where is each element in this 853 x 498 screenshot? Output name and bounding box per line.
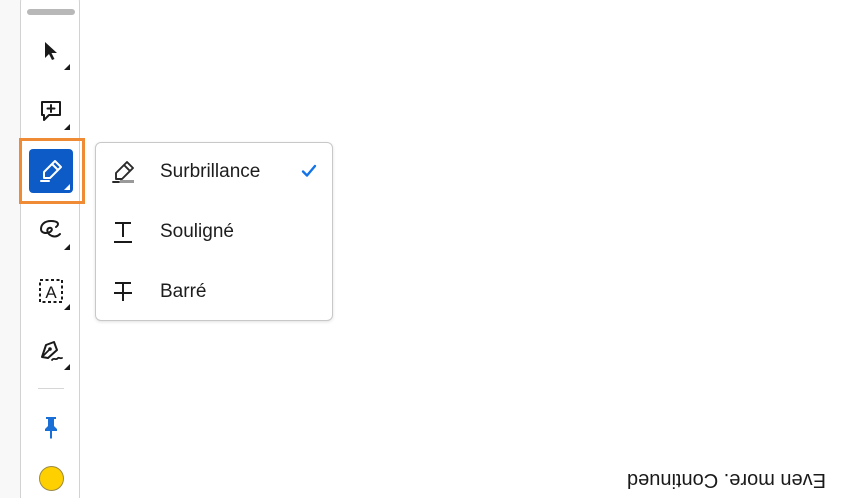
document-text-line: Even more. Continued bbox=[627, 469, 827, 491]
freehand-loop-icon bbox=[39, 219, 61, 238]
tool-options-corner bbox=[64, 124, 70, 130]
menu-item-underline[interactable]: Souligné bbox=[96, 203, 332, 261]
markup-type-menu: Surbrillance Souligné Barré bbox=[95, 142, 333, 321]
tool-options-corner bbox=[64, 304, 70, 310]
text-box-glyph: A bbox=[45, 283, 57, 302]
text-box-icon: A bbox=[39, 279, 63, 303]
pin-toolbar-button[interactable] bbox=[29, 405, 73, 449]
text-box-tool-button[interactable]: A bbox=[29, 269, 73, 313]
underline-icon bbox=[109, 218, 137, 246]
pointer-arrow-icon bbox=[45, 42, 57, 60]
tool-options-corner bbox=[64, 244, 70, 250]
select-tool-button[interactable] bbox=[29, 29, 73, 73]
menu-item-label: Surbrillance bbox=[160, 161, 261, 182]
app-window: A Surbrillance Souligné Barré Even more.… bbox=[0, 0, 853, 498]
tool-options-corner bbox=[64, 364, 70, 370]
menu-item-label: Souligné bbox=[160, 221, 234, 242]
toolbar-drag-handle[interactable] bbox=[27, 9, 75, 15]
menu-item-strikethrough[interactable]: Barré bbox=[96, 263, 332, 321]
tool-options-corner bbox=[64, 64, 70, 70]
add-comment-icon bbox=[41, 101, 61, 121]
sign-tool-button[interactable] bbox=[29, 329, 73, 373]
active-tool-focus-frame bbox=[19, 138, 85, 204]
current-color-swatch[interactable] bbox=[39, 466, 64, 491]
menu-item-label: Barré bbox=[160, 281, 207, 302]
left-gutter bbox=[0, 0, 20, 498]
fountain-pen-sign-icon bbox=[41, 341, 63, 361]
checkmark-icon bbox=[301, 164, 317, 177]
add-comment-tool-button[interactable] bbox=[29, 89, 73, 133]
strikethrough-icon bbox=[109, 278, 137, 306]
menu-item-highlight[interactable]: Surbrillance bbox=[96, 143, 332, 201]
toolbar-divider bbox=[38, 388, 64, 389]
pin-icon bbox=[45, 417, 57, 439]
highlight-icon bbox=[109, 158, 137, 186]
freehand-draw-tool-button[interactable] bbox=[29, 209, 73, 253]
